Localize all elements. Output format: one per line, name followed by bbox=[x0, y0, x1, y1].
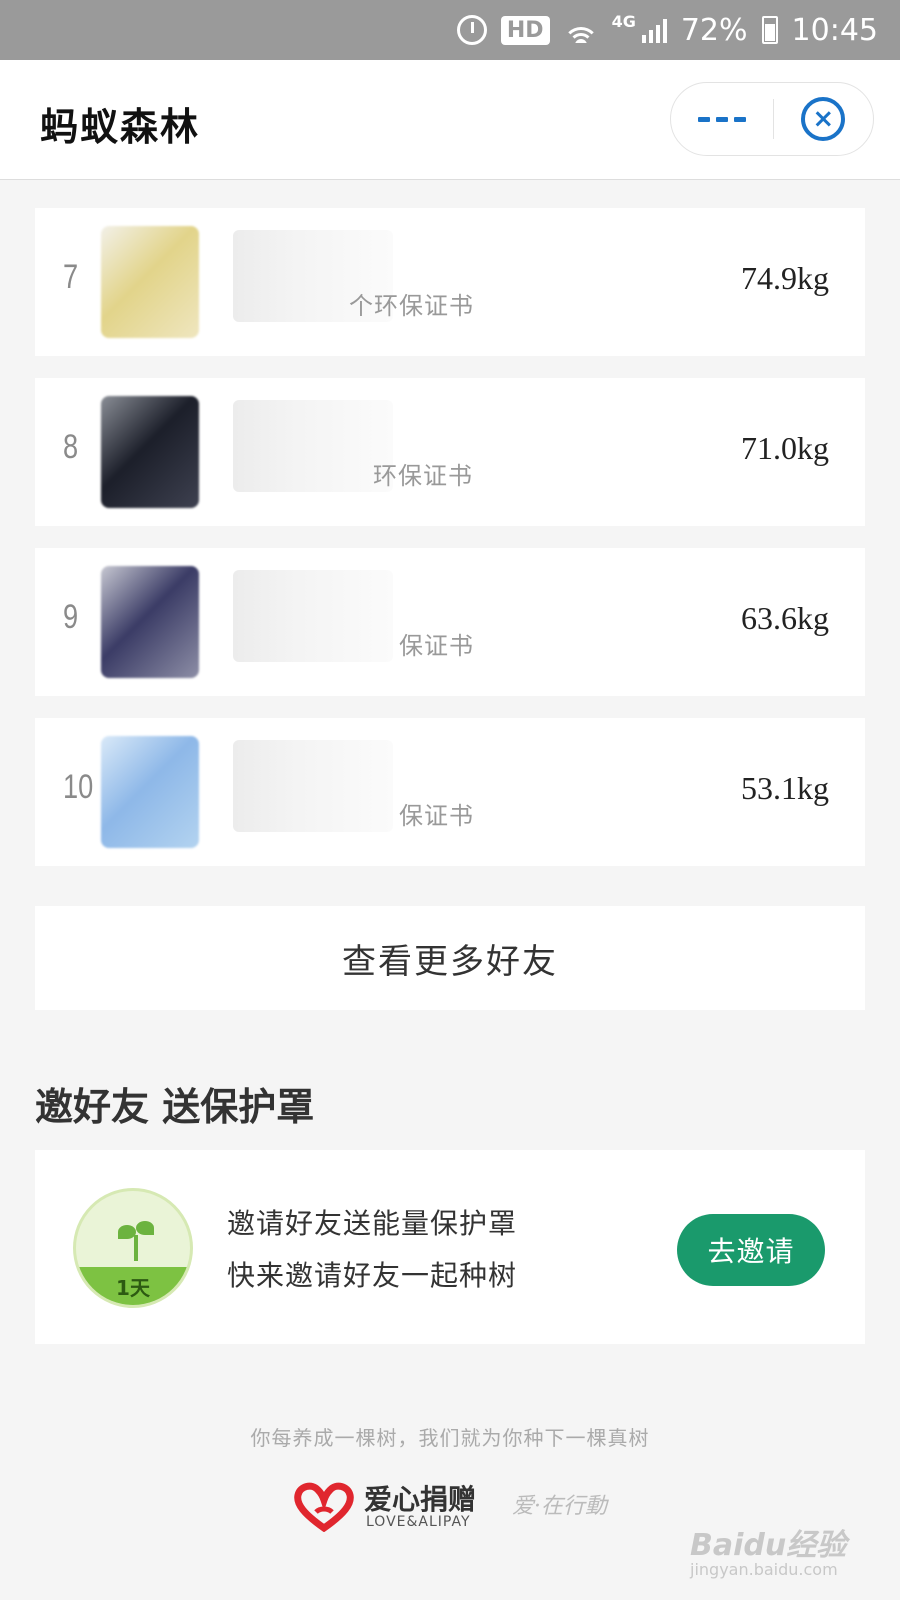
avatar bbox=[101, 736, 199, 848]
energy-weight: 71.0kg bbox=[741, 430, 829, 466]
more-button[interactable] bbox=[671, 83, 773, 155]
invite-card: 1天 邀请好友送能量保护罩 快来邀请好友一起种树 去邀请 bbox=[35, 1150, 865, 1344]
ranking-row[interactable]: 8 环保证书 71.0kg bbox=[35, 378, 865, 526]
wifi-icon bbox=[563, 17, 598, 43]
ranking-row[interactable]: 10 保证书 53.1kg bbox=[35, 718, 865, 866]
status-bar: HD 4G 72% 10:45 bbox=[0, 0, 900, 60]
view-more-friends-button[interactable]: 查看更多好友 bbox=[35, 906, 865, 1010]
rank-number: 8 bbox=[63, 428, 79, 466]
shield-badge-icon: 1天 bbox=[73, 1188, 193, 1308]
mini-program-capsule: × bbox=[670, 82, 874, 156]
certificate-count: 个环保证书 bbox=[349, 292, 474, 320]
clock: 10:45 bbox=[791, 12, 878, 48]
name-placeholder bbox=[233, 570, 393, 662]
energy-weight: 74.9kg bbox=[741, 260, 829, 296]
ranking-row[interactable]: 7 个环保证书 74.9kg bbox=[35, 208, 865, 356]
badge-duration: 1天 bbox=[76, 1267, 190, 1305]
watermark-url: jingyan.baidu.com bbox=[690, 1560, 838, 1579]
rank-number: 7 bbox=[63, 258, 79, 296]
love-in-action-logo: 爱·在行動 bbox=[512, 1494, 607, 1519]
watermark-brand: Baidu经验 bbox=[690, 1528, 847, 1563]
battery-percent: 72% bbox=[680, 12, 748, 48]
name-placeholder bbox=[233, 400, 393, 492]
close-icon: × bbox=[801, 97, 846, 141]
page-title: 蚂蚁森林 bbox=[40, 105, 201, 149]
avatar bbox=[101, 566, 199, 678]
close-button[interactable]: × bbox=[774, 83, 874, 155]
energy-weight: 53.1kg bbox=[741, 770, 829, 806]
footer-slogan: 你每养成一棵树，我们就为你种下一棵真树 bbox=[250, 1426, 650, 1450]
rank-number: 9 bbox=[63, 598, 79, 636]
avatar bbox=[101, 226, 199, 338]
battery-icon bbox=[761, 16, 778, 44]
love-donation-logo-text: 爱心捐赠 bbox=[364, 1483, 477, 1516]
ranking-row[interactable]: 9 保证书 63.6kg bbox=[35, 548, 865, 696]
invite-section-title: 邀好友 送保护罩 bbox=[35, 1085, 315, 1129]
rank-number: 10 bbox=[63, 768, 94, 806]
certificate-count: 环保证书 bbox=[373, 462, 473, 490]
more-icon bbox=[697, 116, 710, 122]
title-bar: 蚂蚁森林 × bbox=[0, 60, 900, 180]
network-type: 4G bbox=[611, 12, 636, 31]
invite-description: 邀请好友送能量保护罩 bbox=[227, 1207, 518, 1240]
energy-weight: 63.6kg bbox=[741, 600, 829, 636]
certificate-count: 保证书 bbox=[399, 632, 474, 660]
love-alipay-logo-text: LOVE&ALIPAY bbox=[366, 1514, 471, 1530]
signal-icon bbox=[641, 17, 667, 43]
invite-subdescription: 快来邀请好友一起种树 bbox=[227, 1259, 518, 1292]
invite-button[interactable]: 去邀请 bbox=[677, 1214, 825, 1286]
alarm-icon bbox=[456, 15, 487, 45]
name-placeholder bbox=[233, 740, 393, 832]
hd-badge: HD bbox=[500, 15, 550, 45]
avatar bbox=[101, 396, 199, 508]
certificate-count: 保证书 bbox=[399, 802, 474, 830]
love-alipay-heart-icon bbox=[294, 1482, 354, 1532]
